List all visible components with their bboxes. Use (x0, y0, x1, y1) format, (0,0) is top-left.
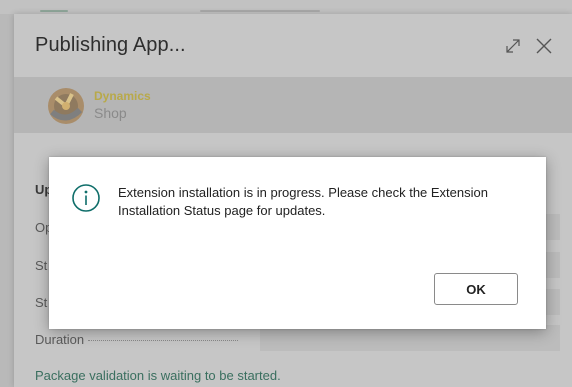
background-line (40, 10, 68, 12)
dynamics-shop-logo (48, 88, 84, 124)
expand-icon[interactable] (504, 37, 522, 55)
screen: Publishing App... Dynamics Shop Up Op St… (0, 0, 572, 387)
info-icon (72, 184, 100, 212)
ok-button[interactable]: OK (434, 273, 518, 305)
row-label-started: St (35, 295, 48, 310)
package-status-text: Package validation is waiting to be star… (35, 368, 281, 383)
message-dialog: Extension installation is in progress. P… (49, 157, 546, 329)
logo-text-dynamics: Dynamics (94, 89, 151, 103)
background-app-strip (0, 0, 572, 14)
duration-row: Duration (35, 332, 265, 347)
duration-leader-dots (88, 340, 239, 342)
close-icon[interactable] (534, 36, 554, 56)
row-label-status: St (35, 258, 48, 273)
logo-text-shop: Shop (94, 105, 127, 121)
duration-label: Duration (35, 332, 85, 347)
page-title: Publishing App... (35, 34, 186, 56)
dialog-message: Extension installation is in progress. P… (118, 185, 488, 218)
background-line (200, 10, 320, 12)
